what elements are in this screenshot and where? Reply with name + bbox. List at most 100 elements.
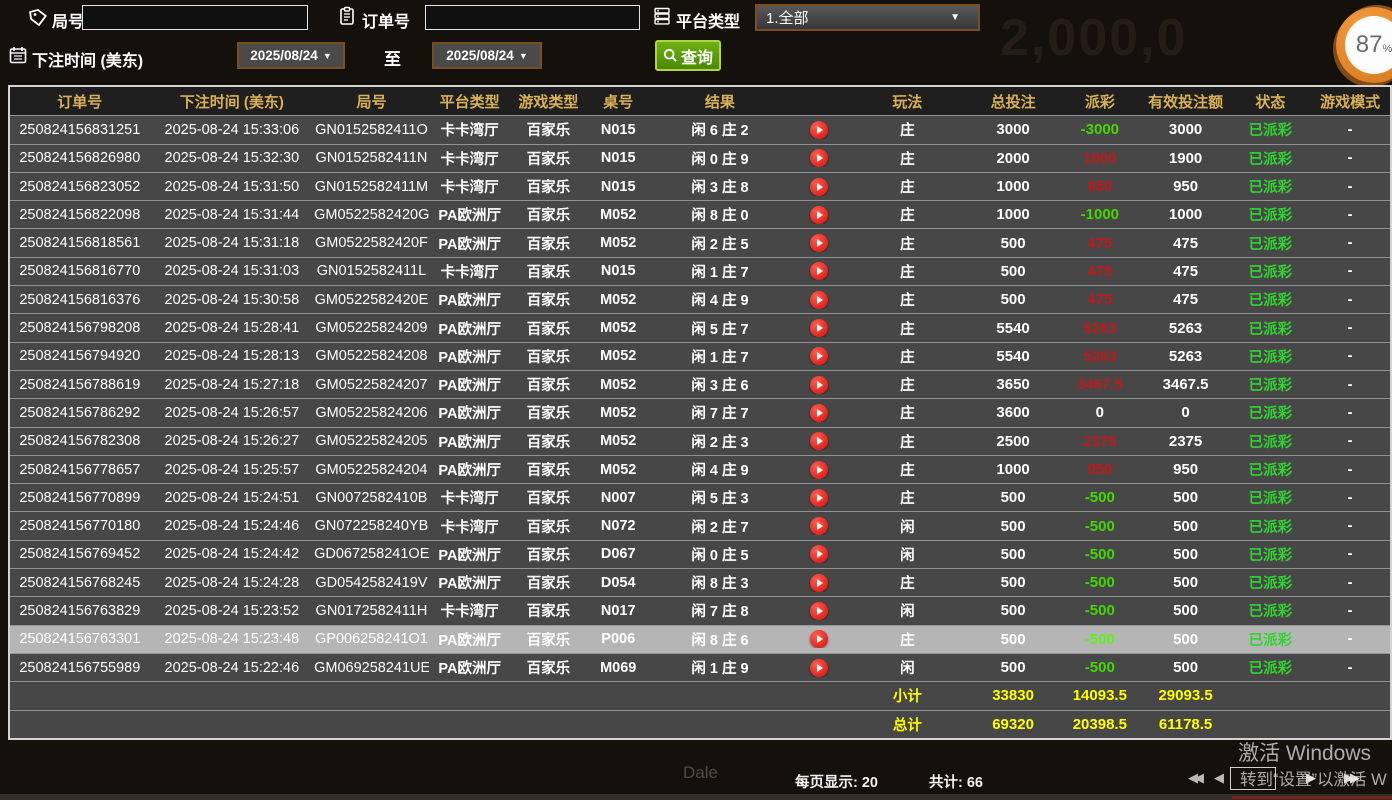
table-row[interactable]: 2508241567949202025-08-24 15:28:13GM0522…	[10, 342, 1390, 370]
cell-status: 已派彩	[1230, 318, 1310, 339]
cell-payout: -500	[1059, 631, 1141, 648]
cell-table: N015	[586, 150, 650, 166]
cell-valid: 500	[1141, 574, 1231, 591]
background-balance-ghost: 2,000,0	[1000, 8, 1188, 68]
play-icon[interactable]	[810, 517, 828, 535]
play-icon[interactable]	[810, 149, 828, 167]
play-icon[interactable]	[810, 659, 828, 677]
date-to-picker[interactable]: 2025/08/24 ▼	[432, 42, 542, 69]
table-row[interactable]: 2508241567708992025-08-24 15:24:51GN0072…	[10, 483, 1390, 511]
platform-type-select[interactable]: 1.全部 ▼	[755, 4, 980, 31]
play-icon[interactable]	[810, 461, 828, 479]
subtotal-row: 小计3383014093.529093.5	[10, 681, 1390, 709]
cell-valid: 500	[1141, 631, 1231, 648]
cell-status: 已派彩	[1230, 629, 1310, 650]
order-no-input[interactable]	[425, 5, 640, 30]
cell-game: 百家乐	[511, 402, 587, 423]
play-icon[interactable]	[810, 489, 828, 507]
cell-mode: -	[1310, 575, 1390, 591]
total-count-label: 共计: 66	[929, 771, 983, 792]
cell-order: 250824156788619	[10, 377, 150, 393]
play-icon[interactable]	[810, 234, 828, 252]
header-cell: 玩法	[848, 91, 968, 112]
replay-cell	[790, 489, 848, 507]
cell-total: 500	[967, 518, 1059, 535]
cell-payout: 475	[1059, 263, 1141, 280]
play-icon[interactable]	[810, 545, 828, 563]
table-row[interactable]: 2508241567559892025-08-24 15:22:46GM0692…	[10, 653, 1390, 681]
play-icon[interactable]	[810, 404, 828, 422]
table-row[interactable]: 2508241568230522025-08-24 15:31:50GN0152…	[10, 172, 1390, 200]
cell-round: GD067258241OE	[314, 546, 429, 562]
next-page-button[interactable]: ▶	[1306, 770, 1316, 786]
page-number-input[interactable]	[1230, 767, 1276, 790]
play-icon[interactable]	[810, 574, 828, 592]
cell-game: 百家乐	[511, 629, 587, 650]
replay-cell	[790, 659, 848, 677]
table-row[interactable]: 2508241568163762025-08-24 15:30:58GM0522…	[10, 285, 1390, 313]
cell-result: 闲 8 庄 0	[650, 204, 790, 225]
replay-cell	[790, 517, 848, 535]
header-cell: 下注时间 (美东)	[150, 91, 315, 112]
cell-payout: -500	[1059, 602, 1141, 619]
last-page-button[interactable]: ▶▶	[1344, 770, 1356, 786]
cell-round: GN0152582411O	[314, 122, 429, 138]
table-row[interactable]: 2508241567823082025-08-24 15:26:27GM0522…	[10, 427, 1390, 455]
bottom-red-line	[1232, 796, 1392, 799]
cell-order: 250824156794920	[10, 348, 150, 364]
play-icon[interactable]	[810, 602, 828, 620]
cell-time: 2025-08-24 15:26:57	[150, 405, 315, 421]
cell-play: 庄	[848, 289, 968, 310]
play-icon[interactable]	[810, 432, 828, 450]
table-row[interactable]: 2508241567638292025-08-24 15:23:52GN0172…	[10, 596, 1390, 624]
cell-game: 百家乐	[511, 657, 587, 678]
play-icon[interactable]	[810, 319, 828, 337]
table-row[interactable]: 2508241568269802025-08-24 15:32:30GN0152…	[10, 144, 1390, 172]
cell-status: 已派彩	[1230, 544, 1310, 565]
header-cell: 订单号	[10, 91, 150, 112]
cell-platform: 卡卡湾厅	[429, 600, 511, 621]
cell-play: 庄	[848, 402, 968, 423]
table-row[interactable]: 2508241567862922025-08-24 15:26:57GM0522…	[10, 398, 1390, 426]
cell-total: 500	[967, 291, 1059, 308]
table-row[interactable]: 2508241567786572025-08-24 15:25:57GM0522…	[10, 455, 1390, 483]
play-icon[interactable]	[810, 630, 828, 648]
percentage-badge[interactable]: 87 %	[1336, 7, 1392, 83]
play-icon[interactable]	[810, 347, 828, 365]
cell-platform: PA欧洲厅	[429, 459, 511, 480]
prev-page-button[interactable]: ◀	[1214, 770, 1224, 786]
play-icon[interactable]	[810, 262, 828, 280]
cell-mode: -	[1310, 179, 1390, 195]
table-row[interactable]: 2508241567982082025-08-24 15:28:41GM0522…	[10, 313, 1390, 341]
table-row[interactable]: 2508241567701802025-08-24 15:24:46GN0722…	[10, 511, 1390, 539]
table-row[interactable]: 2508241568312512025-08-24 15:33:06GN0152…	[10, 115, 1390, 143]
cell-mode: -	[1310, 603, 1390, 619]
play-icon[interactable]	[810, 376, 828, 394]
game-no-input[interactable]	[82, 5, 308, 30]
cell-status: 已派彩	[1230, 459, 1310, 480]
subtotal-cell: 29093.5	[1141, 687, 1231, 704]
table-row[interactable]: 2508241568185612025-08-24 15:31:18GM0522…	[10, 228, 1390, 256]
first-page-button[interactable]: ◀◀	[1188, 770, 1200, 786]
play-icon[interactable]	[810, 178, 828, 196]
play-icon[interactable]	[810, 206, 828, 224]
table-row[interactable]: 2508241567633012025-08-24 15:23:48GP0062…	[10, 625, 1390, 653]
play-icon[interactable]	[810, 291, 828, 309]
cell-platform: PA欧洲厅	[429, 204, 511, 225]
query-button[interactable]: 查询	[655, 40, 721, 71]
cell-order: 250824156778657	[10, 462, 150, 478]
cell-platform: 卡卡湾厅	[429, 176, 511, 197]
table-row[interactable]: 2508241567682452025-08-24 15:24:28GD0542…	[10, 568, 1390, 596]
date-from-picker[interactable]: 2025/08/24 ▼	[237, 42, 345, 69]
cell-total: 500	[967, 602, 1059, 619]
table-row[interactable]: 2508241567886192025-08-24 15:27:18GM0522…	[10, 370, 1390, 398]
cell-order: 250824156770899	[10, 490, 150, 506]
table-row[interactable]: 2508241568167702025-08-24 15:31:03GN0152…	[10, 257, 1390, 285]
cell-platform: PA欧洲厅	[429, 629, 511, 650]
cell-round: GD0542582419V	[314, 575, 429, 591]
cell-round: GN0072582410B	[314, 490, 429, 506]
table-row[interactable]: 2508241568220982025-08-24 15:31:44GM0522…	[10, 200, 1390, 228]
table-row[interactable]: 2508241567694522025-08-24 15:24:42GD0672…	[10, 540, 1390, 568]
play-icon[interactable]	[810, 121, 828, 139]
cell-valid: 500	[1141, 659, 1231, 676]
